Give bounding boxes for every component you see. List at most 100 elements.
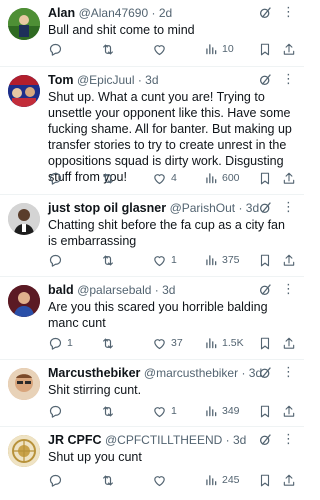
share-button[interactable] <box>282 402 296 420</box>
bookmark-button[interactable] <box>258 402 272 420</box>
display-name[interactable]: just stop oil glasner <box>48 201 166 215</box>
like-count: 1 <box>171 254 177 266</box>
views-icon <box>206 475 217 486</box>
share-button[interactable] <box>282 334 296 352</box>
dot-separator: · <box>134 73 146 87</box>
like-icon <box>154 475 165 486</box>
share-icon <box>283 474 295 486</box>
dot-separator: · <box>238 366 249 380</box>
share-button[interactable] <box>282 251 296 269</box>
like-button[interactable]: 1 <box>152 402 177 420</box>
like-button[interactable] <box>152 471 171 489</box>
bookmark-button[interactable] <box>258 251 272 269</box>
bookmark-button[interactable] <box>258 169 272 187</box>
timestamp[interactable]: 3d <box>233 433 246 447</box>
avatar[interactable] <box>8 435 40 467</box>
avatar[interactable] <box>8 203 40 235</box>
reply-button[interactable] <box>48 169 67 187</box>
share-button[interactable] <box>282 40 296 58</box>
avatar[interactable] <box>8 8 40 40</box>
views-icon <box>206 255 217 266</box>
reply-icon <box>49 254 62 267</box>
dot-separator: · <box>235 201 246 215</box>
more-icon[interactable]: ⋮ <box>282 431 296 447</box>
avatar[interactable] <box>8 285 40 317</box>
tweet[interactable]: Tom @EpicJuul · 3d ⋮ Shut up. What a cun… <box>0 66 304 194</box>
share-button[interactable] <box>282 471 296 489</box>
display-name[interactable]: Marcusthebiker <box>48 366 140 380</box>
retweet-button[interactable] <box>100 40 120 58</box>
action-bar: 245 <box>48 471 296 489</box>
bookmark-icon <box>260 337 270 349</box>
display-name[interactable]: Tom <box>48 73 73 87</box>
reply-button[interactable] <box>48 251 67 269</box>
handle[interactable]: @marcusthebiker <box>144 366 238 380</box>
bookmark-button[interactable] <box>258 40 272 58</box>
retweet-button[interactable] <box>100 334 120 352</box>
tweet-text: Chatting shit before the fa cup as a cit… <box>48 218 285 248</box>
display-name[interactable]: bald <box>48 283 74 297</box>
avatar[interactable] <box>8 75 40 107</box>
like-button[interactable]: 1 <box>152 251 177 269</box>
handle[interactable]: @Alan47690 <box>79 6 149 20</box>
bookmark-icon <box>260 172 270 184</box>
more-icon[interactable]: ⋮ <box>282 199 296 215</box>
dot-separator: · <box>148 6 159 20</box>
views-button[interactable]: 600 <box>204 169 240 187</box>
more-icon[interactable]: ⋮ <box>282 4 296 20</box>
share-icon <box>283 172 295 184</box>
reply-button[interactable] <box>48 40 67 58</box>
reply-button[interactable] <box>48 402 67 420</box>
retweet-icon <box>103 406 113 416</box>
like-button[interactable]: 4 <box>152 169 177 187</box>
handle[interactable]: @ParishOut <box>170 201 236 215</box>
reply-icon <box>49 405 62 418</box>
more-icon[interactable]: ⋮ <box>282 71 296 87</box>
tweet-text: Shut up you cunt <box>48 450 142 464</box>
reply-button[interactable]: 1 <box>48 334 73 352</box>
views-button[interactable]: 245 <box>204 471 240 489</box>
display-name[interactable]: Alan <box>48 6 75 20</box>
reply-count: 1 <box>67 337 73 349</box>
retweet-button[interactable] <box>100 471 120 489</box>
timestamp[interactable]: 2d <box>159 6 172 20</box>
more-icon[interactable]: ⋮ <box>282 364 296 380</box>
timestamp[interactable]: 3d <box>246 201 259 215</box>
avatar[interactable] <box>8 368 40 400</box>
like-count: 37 <box>171 337 183 349</box>
share-icon <box>283 405 295 417</box>
handle[interactable]: @CPFCTILLTHEEND <box>105 433 222 447</box>
views-button[interactable]: 375 <box>204 251 240 269</box>
tweet[interactable]: JR CPFC @CPFCTILLTHEEND · 3d ⋮ Shut up y… <box>0 426 304 500</box>
bookmark-button[interactable] <box>258 471 272 489</box>
views-button[interactable]: 349 <box>204 402 240 420</box>
views-button[interactable]: 1.5K <box>204 334 244 352</box>
retweet-button[interactable] <box>100 169 120 187</box>
views-button[interactable]: 10 <box>204 40 234 58</box>
tweet[interactable]: just stop oil glasner @ParishOut · 3d ⋮ … <box>0 194 304 276</box>
tweet[interactable]: Marcusthebiker @marcusthebiker · 3d ⋮ Sh… <box>0 359 304 426</box>
action-bar: 1 37 1.5K <box>48 334 296 352</box>
reply-feed: Alan @Alan47690 · 2d ⋮ Bull and shit com… <box>0 0 304 500</box>
like-button[interactable] <box>152 40 171 58</box>
reply-button[interactable] <box>48 471 67 489</box>
view-count: 600 <box>222 172 240 184</box>
views-icon <box>206 173 217 184</box>
views-icon <box>206 44 217 55</box>
timestamp[interactable]: 3d <box>145 73 158 87</box>
tweet[interactable]: bald @palarsebald · 3d ⋮ Are you this sc… <box>0 276 304 359</box>
tweet[interactable]: Alan @Alan47690 · 2d ⋮ Bull and shit com… <box>0 0 304 66</box>
reply-icon <box>49 474 62 487</box>
retweet-button[interactable] <box>100 402 120 420</box>
like-button[interactable]: 37 <box>152 334 183 352</box>
display-name[interactable]: JR CPFC <box>48 433 101 447</box>
share-button[interactable] <box>282 169 296 187</box>
reply-icon <box>49 43 62 56</box>
handle[interactable]: @palarsebald <box>77 283 151 297</box>
retweet-button[interactable] <box>100 251 120 269</box>
timestamp[interactable]: 3d <box>162 283 175 297</box>
handle[interactable]: @EpicJuul <box>77 73 135 87</box>
view-count: 349 <box>222 405 240 417</box>
bookmark-button[interactable] <box>258 334 272 352</box>
more-icon[interactable]: ⋮ <box>282 281 296 297</box>
